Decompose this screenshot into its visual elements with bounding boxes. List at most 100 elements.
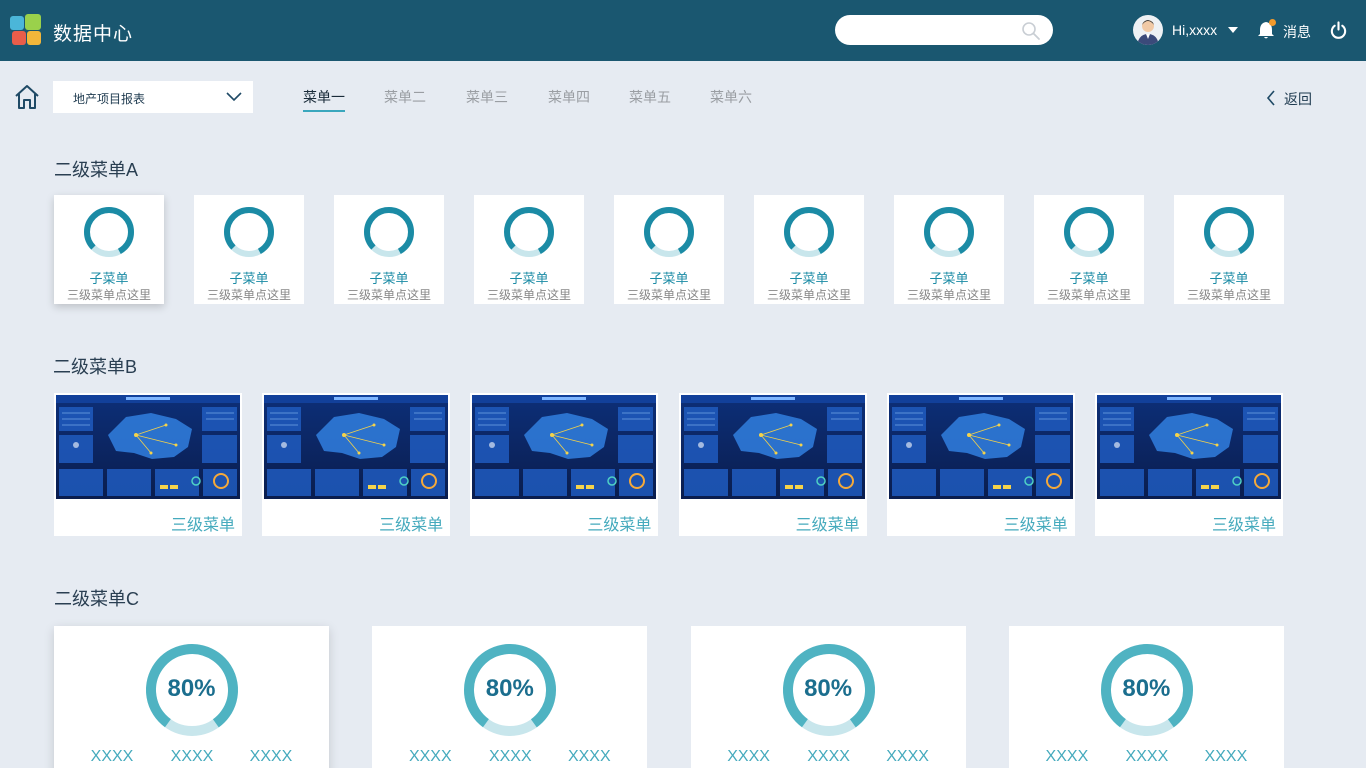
stat-label: XXXX	[727, 748, 770, 765]
tab-menu-1[interactable]: 菜单一	[303, 87, 345, 107]
back-button[interactable]: 返回	[1266, 88, 1326, 108]
stat-label: XXXX	[807, 748, 850, 765]
submenu-subtitle: 三级菜单点这里	[626, 288, 711, 302]
submenu-title: 子菜单	[789, 271, 829, 286]
progress-percent: 80%	[485, 675, 534, 702]
project-select-value: 地产项目报表	[73, 92, 146, 106]
dashboard-thumbnail	[888, 395, 1073, 499]
dashboard-card[interactable]: 三级菜单	[1095, 393, 1283, 536]
dashboard-thumbnail	[472, 395, 657, 499]
dashboard-card-label: 三级菜单	[795, 517, 860, 534]
ring-icon	[84, 207, 134, 257]
tab-menu-3[interactable]: 菜单三	[466, 87, 508, 107]
dashboard-card[interactable]: 三级菜单	[678, 393, 867, 536]
search-icon[interactable]	[1021, 21, 1041, 41]
chevron-left-icon	[1266, 90, 1275, 106]
stat-label: XXXX	[567, 748, 611, 765]
submenu-title: 子菜单	[649, 271, 689, 286]
stat-label: XXXX	[1204, 748, 1248, 765]
submenu-title: 子菜单	[229, 271, 269, 286]
progress-percent: 80%	[167, 675, 216, 702]
ring-icon	[1064, 207, 1114, 257]
ring-icon	[644, 207, 694, 257]
chevron-down-icon	[226, 92, 242, 102]
dashboard-card[interactable]: 三级菜单	[886, 393, 1075, 536]
section-b-title: 二级菜单B	[53, 357, 138, 377]
submenu-card[interactable]: 子菜单 三级菜单点这里	[894, 195, 1004, 304]
ring-icon	[1204, 207, 1254, 257]
submenu-card[interactable]: 子菜单 三级菜单点这里	[614, 195, 724, 304]
project-select[interactable]: 地产项目报表	[53, 81, 253, 113]
tab-menu-5[interactable]: 菜单五	[629, 87, 671, 107]
dashboard-card-label: 三级菜单	[1211, 517, 1276, 534]
stat-label: XXXX	[1125, 748, 1169, 765]
submenu-card[interactable]: 子菜单 三级菜单点这里	[754, 195, 864, 304]
submenu-subtitle: 三级菜单点这里	[906, 288, 991, 302]
search-box[interactable]	[835, 15, 1053, 45]
dashboard-card[interactable]: 三级菜单	[54, 393, 242, 536]
stat-label: XXXX	[1045, 748, 1089, 765]
submenu-subtitle: 三级菜单点这里	[486, 288, 571, 302]
stat-label: XXXX	[90, 748, 134, 765]
dashboard-thumbnail	[264, 395, 449, 499]
stat-label: XXXX	[408, 748, 452, 765]
dashboard-card-label: 三级菜单	[170, 517, 235, 534]
stat-label: XXXX	[488, 748, 532, 765]
submenu-title: 子菜单	[369, 271, 409, 286]
ring-icon	[504, 207, 554, 257]
home-icon[interactable]	[14, 84, 40, 110]
avatar[interactable]	[1133, 15, 1163, 45]
section-a-title: 二级菜单A	[54, 160, 139, 180]
ring-icon	[784, 207, 834, 257]
notification-dot	[1269, 19, 1276, 26]
submenu-title: 子菜单	[1069, 271, 1109, 286]
stat-card[interactable]: 80% XXXX XXXX XXXX	[690, 626, 966, 768]
dashboard-thumbnail	[1097, 395, 1281, 499]
dashboard-card-label: 三级菜单	[1003, 517, 1068, 534]
stat-label: XXXX	[249, 748, 293, 765]
user-greeting[interactable]: Hi,xxxx	[1172, 22, 1217, 38]
top-bar: 数据中心 Hi,xxxx 消息	[0, 0, 1366, 61]
dashboard-card[interactable]: 三级菜单	[470, 393, 659, 536]
stat-card[interactable]: 80% XXXX XXXX XXXX	[54, 626, 329, 768]
search-input[interactable]	[849, 20, 1019, 40]
tab-menu-4[interactable]: 菜单四	[548, 87, 590, 107]
dashboard-thumbnail	[56, 395, 240, 499]
submenu-subtitle: 三级菜单点这里	[206, 288, 291, 302]
stat-card[interactable]: 80% XXXX XXXX XXXX	[372, 626, 648, 768]
submenu-card[interactable]: 子菜单 三级菜单点这里	[54, 195, 164, 304]
dashboard-card[interactable]: 三级菜单	[262, 393, 451, 536]
submenu-title: 子菜单	[929, 271, 969, 286]
stat-label: XXXX	[170, 748, 214, 765]
logo-icon[interactable]	[10, 14, 42, 46]
submenu-subtitle: 三级菜单点这里	[66, 288, 151, 302]
chevron-down-icon[interactable]	[1228, 27, 1238, 33]
submenu-title: 子菜单	[1209, 271, 1249, 286]
section-c-title: 二级菜单C	[54, 589, 139, 609]
tab-menu-6[interactable]: 菜单六	[710, 87, 752, 107]
submenu-card[interactable]: 子菜单 三级菜单点这里	[194, 195, 304, 304]
submenu-subtitle: 三级菜单点这里	[346, 288, 431, 302]
dashboard-card-label: 三级菜单	[587, 517, 652, 534]
submenu-subtitle: 三级菜单点这里	[766, 288, 851, 302]
submenu-title: 子菜单	[509, 271, 549, 286]
ring-icon	[364, 207, 414, 257]
back-label: 返回	[1284, 91, 1312, 107]
submenu-title: 子菜单	[89, 271, 129, 286]
stat-label: XXXX	[886, 748, 929, 765]
submenu-card[interactable]: 子菜单 三级菜单点这里	[1174, 195, 1284, 304]
tab-menu-2[interactable]: 菜单二	[384, 87, 426, 107]
dashboard-thumbnail	[680, 395, 865, 499]
app-title: 数据中心	[53, 24, 134, 45]
submenu-card[interactable]: 子菜单 三级菜单点这里	[474, 195, 584, 304]
active-tab-indicator	[303, 110, 345, 112]
power-icon[interactable]	[1329, 21, 1348, 40]
progress-percent: 80%	[804, 675, 853, 702]
submenu-card[interactable]: 子菜单 三级菜单点这里	[1034, 195, 1144, 304]
ring-icon	[924, 207, 974, 257]
messages-label[interactable]: 消息	[1283, 22, 1311, 42]
submenu-card[interactable]: 子菜单 三级菜单点这里	[334, 195, 444, 304]
stat-card[interactable]: 80% XXXX XXXX XXXX	[1008, 626, 1284, 768]
dashboard-card-label: 三级菜单	[379, 517, 444, 534]
ring-icon	[224, 207, 274, 257]
